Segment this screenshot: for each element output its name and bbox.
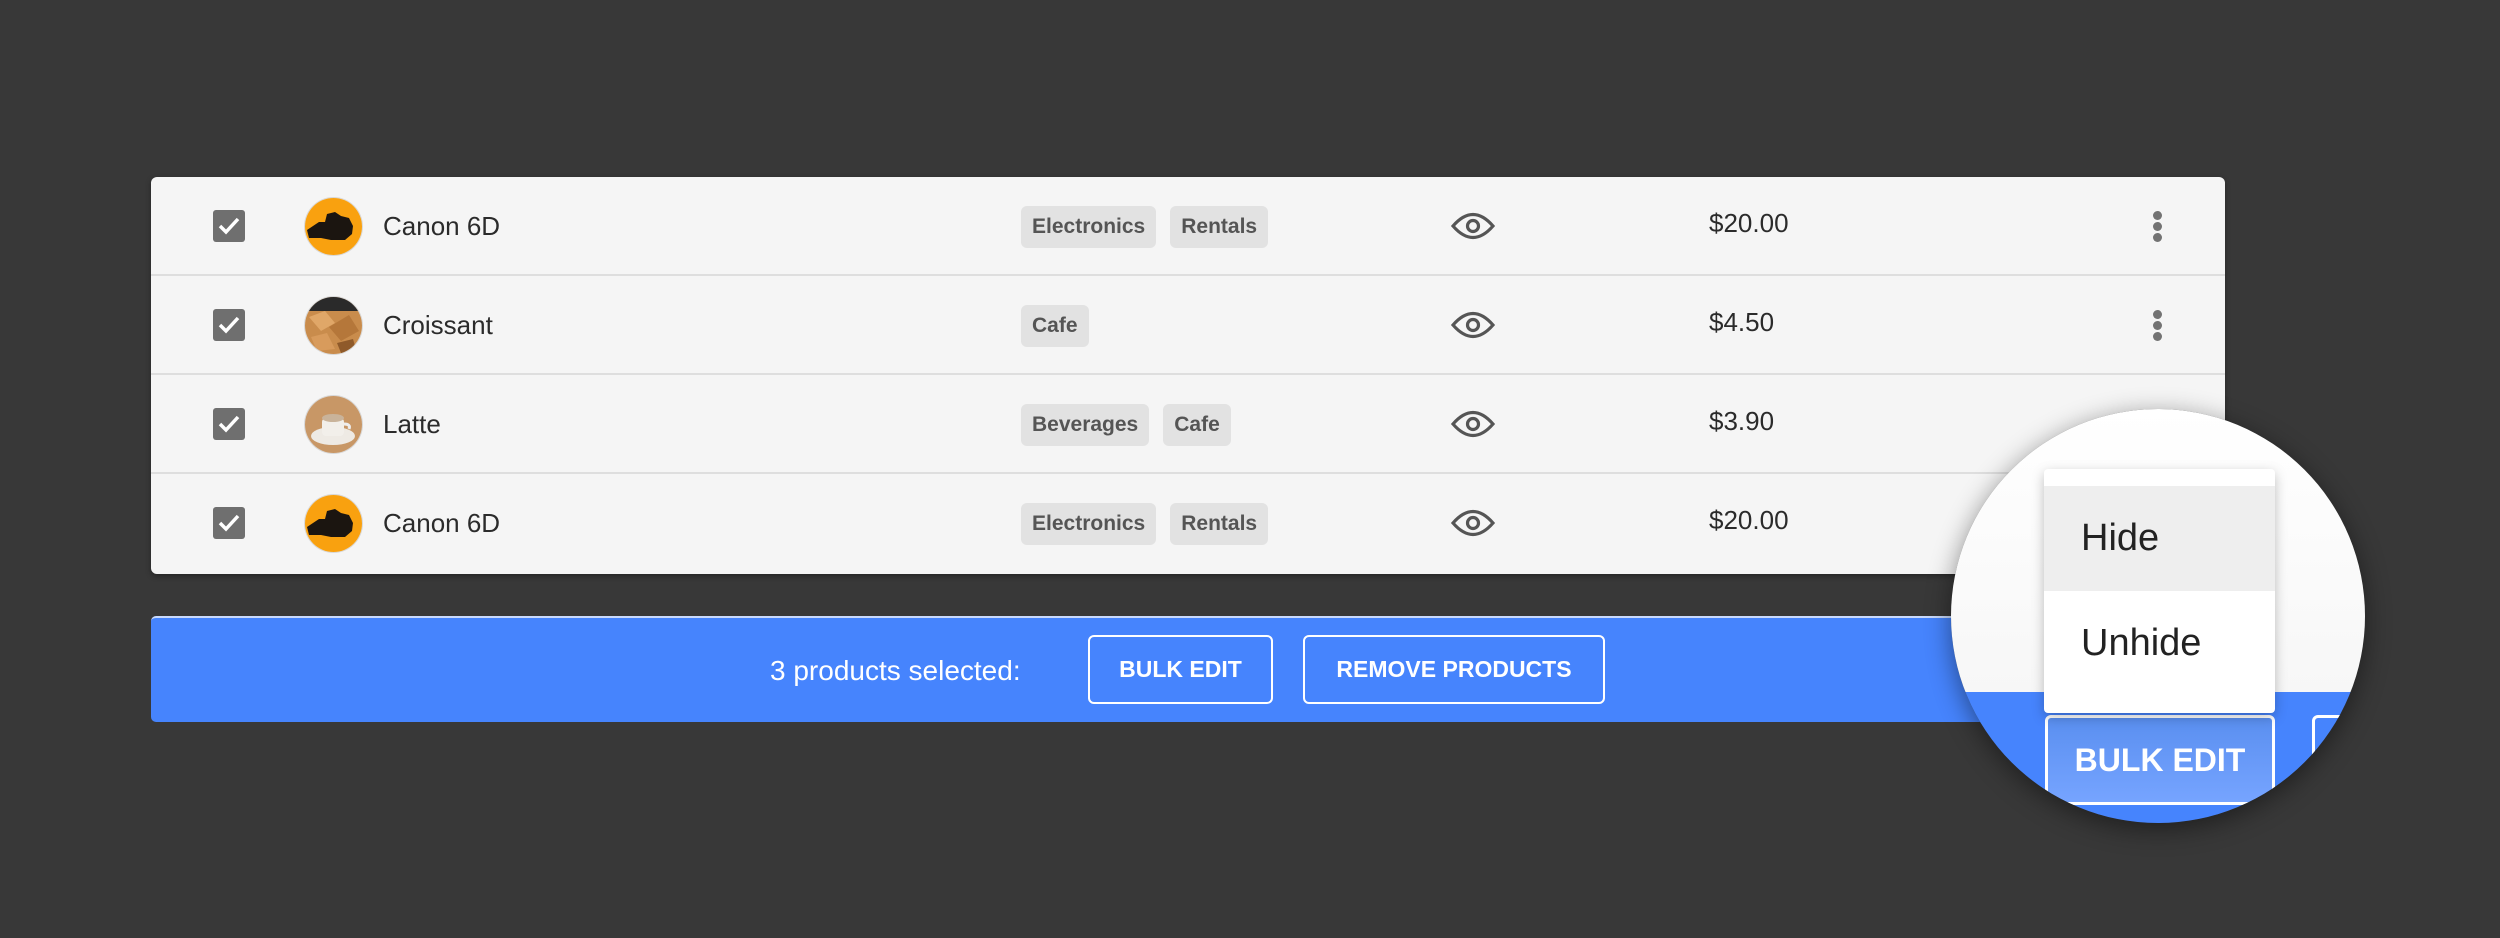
remove-products-button[interactable]: REMOVE PRODUCTS <box>1303 635 1605 704</box>
product-price: $20.00 <box>1709 505 1789 535</box>
check-icon <box>218 415 240 433</box>
row-checkbox[interactable] <box>213 309 245 341</box>
more-options-icon[interactable] <box>2151 211 2163 243</box>
table-row[interactable]: Canon 6D Electronics Rentals $20.00 <box>151 177 2225 276</box>
product-name[interactable]: Canon 6D <box>383 507 500 539</box>
bulk-edit-button[interactable]: BULK EDIT <box>1088 635 1273 704</box>
row-checkbox[interactable] <box>213 507 245 539</box>
magnifier-callout: BULK EDIT Hide Unhide <box>1951 409 2365 823</box>
bulk-edit-dropdown-menu: Hide Unhide <box>2044 469 2275 713</box>
products-table: Canon 6D Electronics Rentals $20.00 Croi… <box>151 177 2225 574</box>
tag: Electronics <box>1021 503 1157 545</box>
product-price: $20.00 <box>1709 208 1789 238</box>
eye-icon[interactable] <box>1450 310 1496 345</box>
magnified-remove-button[interactable] <box>2312 715 2365 805</box>
tag: Cafe <box>1021 305 1089 347</box>
product-avatar-latte <box>305 396 362 453</box>
bulk-action-bar: 3 products selected: BULK EDIT REMOVE PR… <box>151 616 2225 722</box>
tag: Cafe <box>1163 404 1231 446</box>
row-checkbox[interactable] <box>213 210 245 242</box>
tag: Electronics <box>1021 206 1157 248</box>
check-icon <box>218 316 240 334</box>
product-price: $4.50 <box>1709 307 1775 337</box>
product-name[interactable]: Latte <box>383 408 441 440</box>
product-tags: Cafe <box>1021 305 1089 347</box>
product-avatar-camera <box>305 198 362 255</box>
table-row[interactable]: Latte Beverages Cafe $3.90 <box>151 375 2225 474</box>
menu-item-unhide[interactable]: Unhide <box>2044 591 2275 696</box>
check-icon <box>218 217 240 235</box>
product-tags: Electronics Rentals <box>1021 206 1269 248</box>
tag: Rentals <box>1170 503 1269 545</box>
product-tags: Electronics Rentals <box>1021 503 1269 545</box>
magnified-bulk-edit-button[interactable]: BULK EDIT <box>2045 715 2275 805</box>
eye-icon[interactable] <box>1450 508 1496 543</box>
product-tags: Beverages Cafe <box>1021 404 1231 446</box>
table-row[interactable]: Croissant Cafe $4.50 <box>151 276 2225 375</box>
product-avatar-croissant <box>305 297 362 354</box>
tag: Rentals <box>1170 206 1269 248</box>
table-row[interactable]: Canon 6D Electronics Rentals $20.00 <box>151 474 2225 573</box>
tag: Beverages <box>1021 404 1150 446</box>
more-options-icon[interactable] <box>2151 310 2163 342</box>
product-name[interactable]: Croissant <box>383 309 493 341</box>
product-price: $3.90 <box>1709 406 1775 436</box>
check-icon <box>218 514 240 532</box>
row-checkbox[interactable] <box>213 408 245 440</box>
eye-icon[interactable] <box>1450 211 1496 246</box>
menu-item-hide[interactable]: Hide <box>2044 486 2275 591</box>
eye-icon[interactable] <box>1450 409 1496 444</box>
selection-count: 3 products selected: <box>770 655 1021 686</box>
product-name[interactable]: Canon 6D <box>383 210 500 242</box>
product-avatar-camera <box>305 495 362 552</box>
